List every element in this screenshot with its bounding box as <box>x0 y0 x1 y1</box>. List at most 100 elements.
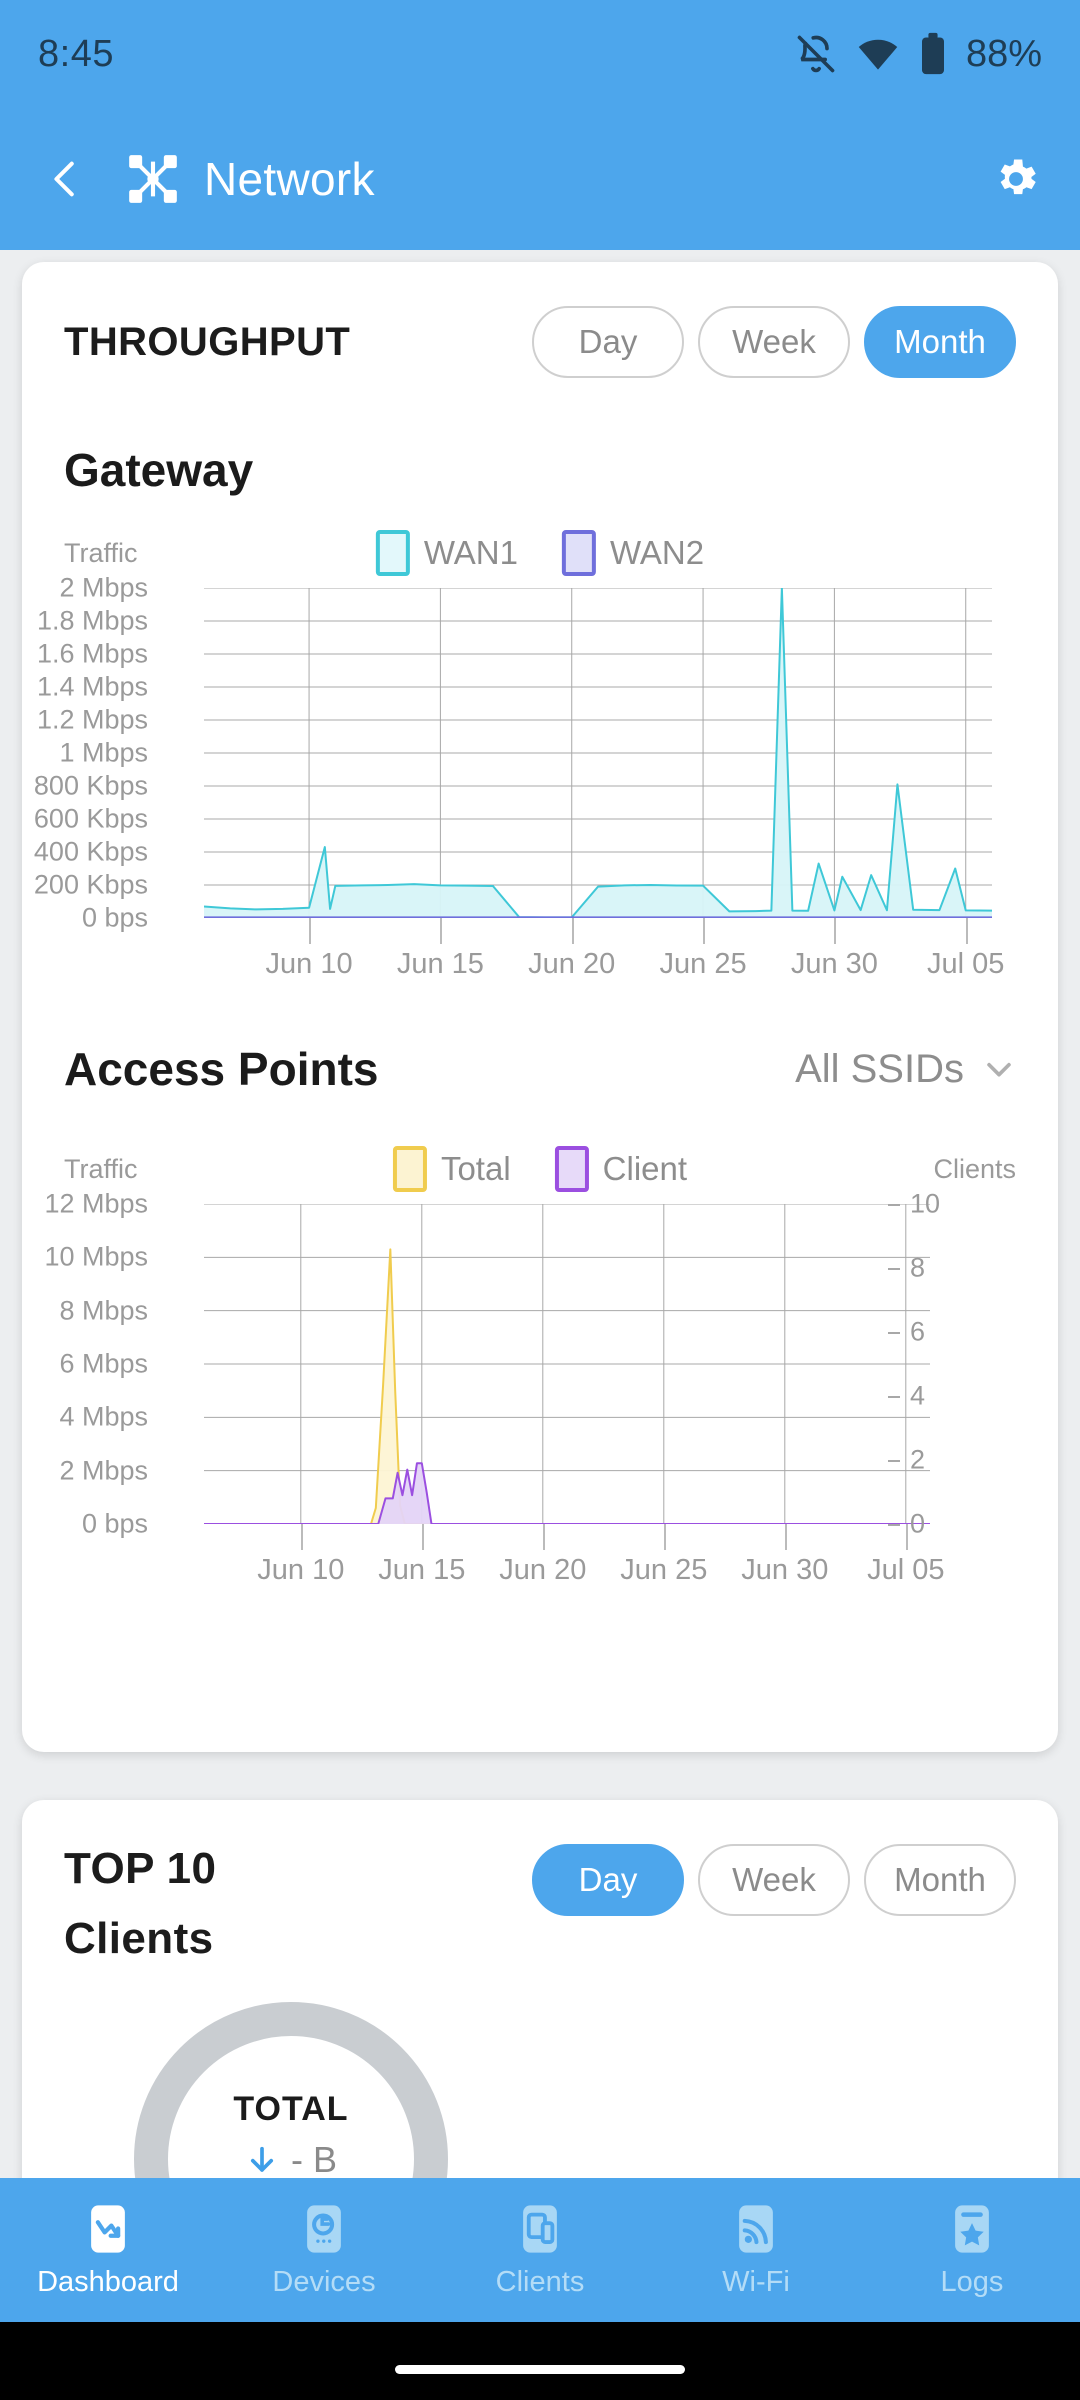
y2-tick-mark <box>888 1204 900 1206</box>
y-tick-label: 1.8 Mbps <box>36 605 148 636</box>
gesture-home-bar[interactable] <box>395 2365 685 2374</box>
nav-item-logs[interactable]: Logs <box>864 2202 1080 2299</box>
x-tick-label: Jun 20 <box>528 948 616 980</box>
wifi-signal-icon <box>739 2204 773 2253</box>
y2-tick-label: 6 <box>910 1316 926 1347</box>
x-tick-label: Jun 25 <box>659 948 747 980</box>
donut-total-value: - B <box>290 2139 337 2180</box>
nav-label-clients: Clients <box>495 2265 585 2298</box>
throughput-range-week[interactable]: Week <box>698 306 850 378</box>
settings-button[interactable] <box>986 149 1046 209</box>
x-tick-label: Jun 10 <box>265 948 353 980</box>
access-points-header: Access Points All SSIDs <box>22 1004 1058 1134</box>
y-tick-label: 6 Mbps <box>59 1348 148 1379</box>
y2-tick-label: 10 <box>910 1188 941 1219</box>
gateway-header: Gateway <box>22 422 1058 518</box>
arrow-down-icon <box>250 2146 274 2172</box>
legend-swatch-total <box>392 1146 427 1192</box>
battery-icon <box>918 32 948 76</box>
top10-header: TOP 10 Clients Day Week Month <box>22 1800 1058 1976</box>
ap-clients-label: Clients <box>933 1153 1016 1184</box>
top10-range-day[interactable]: Day <box>532 1844 684 1916</box>
ssid-filter-label: All SSIDs <box>795 1046 964 1091</box>
gateway-legend: WAN1 WAN2 <box>375 530 705 576</box>
x-tick-label: Jun 30 <box>741 1554 829 1586</box>
nav-label-logs: Logs <box>940 2265 1004 2298</box>
nav-item-wifi[interactable]: Wi-Fi <box>648 2202 864 2299</box>
bottom-navigation: Dashboard Devices Clients Wi-Fi Logs <box>0 2178 1080 2322</box>
donut-total-label: TOTAL <box>233 2090 349 2128</box>
x-tick-mark <box>965 918 968 944</box>
y2-tick-label: 4 <box>910 1380 926 1411</box>
ssid-filter-dropdown[interactable]: All SSIDs <box>795 1047 1016 1092</box>
throughput-title: THROUGHPUT <box>64 319 351 364</box>
legend-item-wan1: WAN1 <box>375 530 518 576</box>
x-tick-mark <box>300 1524 303 1550</box>
y2-tick-mark <box>888 1268 900 1270</box>
page-title: Network <box>204 153 375 205</box>
y-tick-label: 0 bps <box>81 902 148 933</box>
x-tick-label: Jul 05 <box>867 1554 945 1586</box>
top10-range-segments: Day Week Month <box>532 1844 1016 1916</box>
x-tick-label: Jul 05 <box>927 948 1005 980</box>
y-tick-label: 1.4 Mbps <box>36 671 148 702</box>
ap-x-axis: Jun 10 Jun 15 Jun 20 Jun 25 Jun 30 Jul 05 <box>204 1524 944 1590</box>
ap-chart: 12 Mbps 10 Mbps 8 Mbps 6 Mbps 4 Mbps 2 Mbps 0 … <box>22 1189 1058 1590</box>
throughput-range-day[interactable]: Day <box>532 306 684 378</box>
gateway-plot-svg <box>204 588 992 918</box>
legend-swatch-client <box>554 1146 589 1192</box>
chevron-left-icon <box>54 161 74 197</box>
y2-tick-mark <box>888 1396 900 1398</box>
x-tick-label: Jun 30 <box>790 948 878 980</box>
legend-item-client: Client <box>554 1146 688 1192</box>
y-tick-label: 400 Kbps <box>33 836 148 867</box>
ap-plot-svg <box>204 1204 930 1524</box>
x-tick-mark <box>542 1524 545 1550</box>
y-tick-label: 200 Kbps <box>33 869 148 900</box>
top10-title-block: TOP 10 Clients <box>64 1844 216 1964</box>
gateway-chart: 2 Mbps 1.8 Mbps 1.6 Mbps 1.4 Mbps 1.2 Mbps 1 … <box>22 573 1058 984</box>
y-tick-label: 2 Mbps <box>59 1455 148 1486</box>
ap-legend: Total Client <box>392 1146 688 1192</box>
x-tick-mark <box>703 918 706 944</box>
ap-traffic-label: Traffic <box>64 1153 138 1184</box>
y-tick-label: 4 Mbps <box>59 1401 148 1432</box>
legend-swatch-wan1 <box>375 530 410 576</box>
x-tick-label: Jun 25 <box>620 1554 708 1586</box>
top10-range-month[interactable]: Month <box>864 1844 1016 1916</box>
top10-title-line1: TOP 10 <box>64 1844 217 1893</box>
status-time: 8:45 <box>38 32 114 75</box>
ap-legend-row: Traffic Total Client Clients <box>22 1134 1058 1204</box>
legend-label-wan2: WAN2 <box>610 534 705 571</box>
x-tick-mark <box>905 1524 908 1550</box>
legend-item-total: Total <box>392 1146 511 1192</box>
gateway-x-axis: Jun 10 Jun 15 Jun 20 Jun 25 Jun 30 Jul 05 <box>204 918 1004 984</box>
nav-label-devices: Devices <box>272 2265 376 2298</box>
y-tick-label: 0 bps <box>81 1508 148 1539</box>
y-tick-label: 1.6 Mbps <box>36 638 148 669</box>
y-tick-label: 600 Kbps <box>33 803 148 834</box>
x-tick-mark <box>663 1524 666 1550</box>
nav-item-clients[interactable]: Clients <box>432 2202 648 2299</box>
nav-item-dashboard[interactable]: Dashboard <box>0 2202 216 2299</box>
legend-label-client: Client <box>602 1150 688 1187</box>
gateway-traffic-label: Traffic <box>64 537 138 568</box>
y-tick-label: 12 Mbps <box>44 1188 148 1219</box>
gateway-title: Gateway <box>64 444 254 496</box>
chevron-down-icon <box>987 1062 1011 1077</box>
top10-range-week[interactable]: Week <box>698 1844 850 1916</box>
x-tick-label: Jun 15 <box>396 948 484 980</box>
legend-swatch-wan2 <box>562 530 596 576</box>
throughput-range-month[interactable]: Month <box>864 306 1016 378</box>
x-tick-mark <box>421 1524 424 1550</box>
y2-tick-label: 2 <box>910 1444 926 1475</box>
devices-gateway-icon <box>307 2204 341 2253</box>
app-bar: Network <box>0 108 1080 250</box>
top10-title-line2: Clients <box>64 1914 214 1963</box>
x-tick-mark <box>834 918 837 944</box>
y-tick-label: 2 Mbps <box>59 572 148 603</box>
back-button[interactable] <box>34 147 98 211</box>
phone-screen: 8:45 88% Network THROUGHPUT Day Week Mon… <box>0 0 1080 2400</box>
donut-center-text: TOTAL - B <box>126 2090 456 2181</box>
nav-item-devices[interactable]: Devices <box>216 2202 432 2299</box>
